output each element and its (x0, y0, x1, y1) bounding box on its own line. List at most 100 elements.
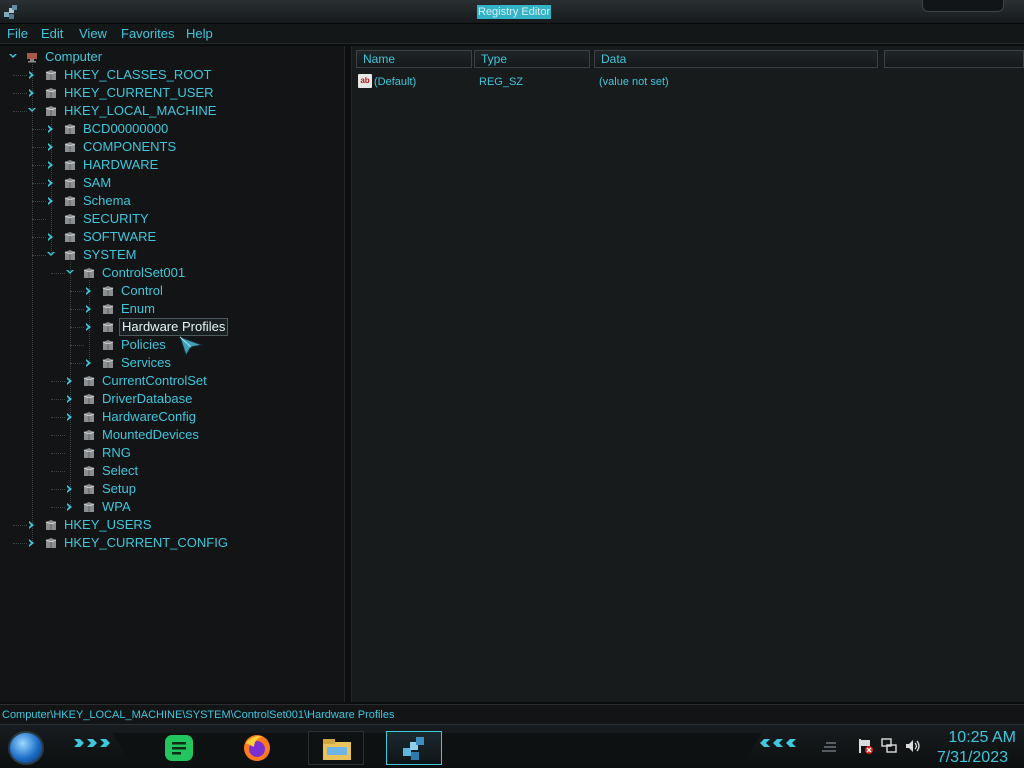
expand-closed-chevron-icon[interactable] (84, 358, 94, 368)
registry-key-folder-icon (45, 520, 57, 530)
tree-item[interactable]: Enum (70, 300, 340, 318)
tree-item-label: DriverDatabase (102, 391, 193, 406)
menu-edit[interactable]: Edit (41, 26, 63, 42)
expand-closed-chevron-icon[interactable] (27, 70, 37, 80)
clock-time[interactable]: 10:25 AM (938, 729, 1016, 747)
registry-key-folder-icon (64, 160, 76, 170)
column-header-name[interactable]: Name (356, 50, 472, 68)
tree-item[interactable]: COMPONENTS (32, 138, 340, 156)
expand-closed-chevron-icon[interactable] (84, 304, 94, 314)
values-list-pane[interactable]: Name Type Data ab (Default) REG_SZ (valu… (352, 46, 1024, 702)
tree-item[interactable]: RNG (51, 444, 340, 462)
column-header-type[interactable]: Type (474, 50, 590, 68)
taskbar-registry-editor[interactable] (386, 731, 442, 765)
tree-item[interactable]: CurrentControlSet (51, 372, 340, 390)
tree-item-label: COMPONENTS (83, 139, 177, 154)
taskbar-firefox[interactable] (230, 731, 286, 765)
expand-closed-chevron-icon[interactable] (46, 142, 56, 152)
tree-item[interactable]: HKEY_LOCAL_MACHINE (13, 102, 340, 120)
tree-item[interactable]: Computer (8, 48, 340, 66)
registry-key-folder-icon (83, 394, 95, 404)
tree-item[interactable]: Control (70, 282, 340, 300)
tree-item[interactable]: Schema (32, 192, 340, 210)
taskbar-file-explorer[interactable] (308, 731, 364, 765)
tree-item[interactable]: BCD00000000 (32, 120, 340, 138)
start-orb-icon[interactable] (8, 731, 44, 765)
expand-closed-chevron-icon[interactable] (65, 412, 75, 422)
tree-item[interactable]: SECURITY (32, 210, 340, 228)
tree-item-label: HKEY_CLASSES_ROOT (64, 67, 212, 82)
tree-branch-line (51, 417, 65, 418)
column-header-blank[interactable] (884, 50, 1024, 68)
menu-favorites[interactable]: Favorites (121, 26, 174, 42)
file-explorer-icon (323, 739, 351, 760)
title-bar[interactable]: Registry Editor (0, 0, 1024, 24)
expand-closed-chevron-icon[interactable] (65, 376, 75, 386)
taskbar (0, 724, 1024, 768)
menu-file[interactable]: File (7, 26, 28, 42)
expand-closed-chevron-icon[interactable] (84, 286, 94, 296)
expand-closed-chevron-icon[interactable] (27, 520, 37, 530)
tree-item[interactable]: Services (70, 354, 340, 372)
tree-item-label: Computer (45, 49, 103, 64)
tree-item[interactable]: HKEY_CURRENT_CONFIG (13, 534, 340, 552)
tree-item[interactable]: SYSTEM (32, 246, 340, 264)
tree-item[interactable]: ControlSet001 (51, 264, 340, 282)
tree-branch-line (32, 255, 46, 256)
tree-item[interactable]: Hardware Profiles (70, 318, 340, 336)
expand-closed-chevron-icon[interactable] (46, 196, 56, 206)
tree-item[interactable]: Setup (51, 480, 340, 498)
tree-item-label: SECURITY (83, 211, 149, 226)
expand-closed-chevron-icon[interactable] (65, 484, 75, 494)
volume-icon[interactable] (904, 737, 922, 755)
tree-item[interactable]: HKEY_CURRENT_USER (13, 84, 340, 102)
tree-item[interactable]: HARDWARE (32, 156, 340, 174)
taskbar-notes-app[interactable] (152, 731, 208, 765)
tree-item[interactable]: WPA (51, 498, 340, 516)
menu-view[interactable]: View (79, 26, 107, 42)
expand-open-chevron-icon[interactable] (65, 268, 75, 278)
expand-closed-chevron-icon[interactable] (84, 322, 94, 332)
clock-date[interactable]: 7/31/2023 (930, 749, 1008, 767)
tree-branch-line (51, 453, 65, 454)
expand-open-chevron-icon[interactable] (8, 52, 18, 62)
tree-item-label: SAM (83, 175, 112, 190)
tree-item[interactable]: SOFTWARE (32, 228, 340, 246)
tree-item[interactable]: Select (51, 462, 340, 480)
tree-item[interactable]: MountedDevices (51, 426, 340, 444)
menu-help[interactable]: Help (186, 26, 213, 42)
tree-item[interactable]: HKEY_USERS (13, 516, 340, 534)
window-controls-frame[interactable] (922, 0, 1004, 12)
expand-closed-chevron-icon[interactable] (65, 502, 75, 512)
registry-key-folder-icon (83, 466, 95, 476)
expand-closed-chevron-icon[interactable] (27, 538, 37, 548)
key-tree-pane[interactable]: Computer HKEY_CLASSES_ROOT HKEY_CURRENT_US… (0, 46, 344, 702)
column-header-data[interactable]: Data (594, 50, 878, 68)
tree-branch-line (32, 147, 46, 148)
expand-closed-chevron-icon[interactable] (46, 232, 56, 242)
tree-item[interactable]: Policies (70, 336, 340, 354)
expand-closed-chevron-icon[interactable] (65, 394, 75, 404)
registry-editor-window: Registry Editor File Edit View Favorites… (0, 0, 1024, 768)
expand-closed-chevron-icon[interactable] (46, 178, 56, 188)
registry-key-folder-icon (83, 502, 95, 512)
tree-branch-line (51, 381, 65, 382)
expand-closed-chevron-icon[interactable] (27, 88, 37, 98)
action-center-flag-icon[interactable] (856, 737, 874, 755)
tree-item[interactable]: SAM (32, 174, 340, 192)
expand-open-chevron-icon[interactable] (27, 106, 37, 116)
firefox-icon (244, 735, 270, 761)
network-icon[interactable] (880, 737, 898, 755)
expand-closed-chevron-icon[interactable] (46, 160, 56, 170)
expand-closed-chevron-icon[interactable] (46, 124, 56, 134)
tree-item-label: HardwareConfig (102, 409, 196, 424)
tree-branch-line (51, 507, 65, 508)
tree-item[interactable]: DriverDatabase (51, 390, 340, 408)
expand-open-chevron-icon[interactable] (46, 250, 56, 260)
tree-branch-line (51, 471, 65, 472)
show-desktop-icon[interactable] (820, 737, 838, 755)
tree-item[interactable]: HardwareConfig (51, 408, 340, 426)
pane-splitter[interactable] (344, 46, 352, 702)
tree-item-label: SYSTEM (83, 247, 137, 262)
tree-item[interactable]: HKEY_CLASSES_ROOT (13, 66, 340, 84)
